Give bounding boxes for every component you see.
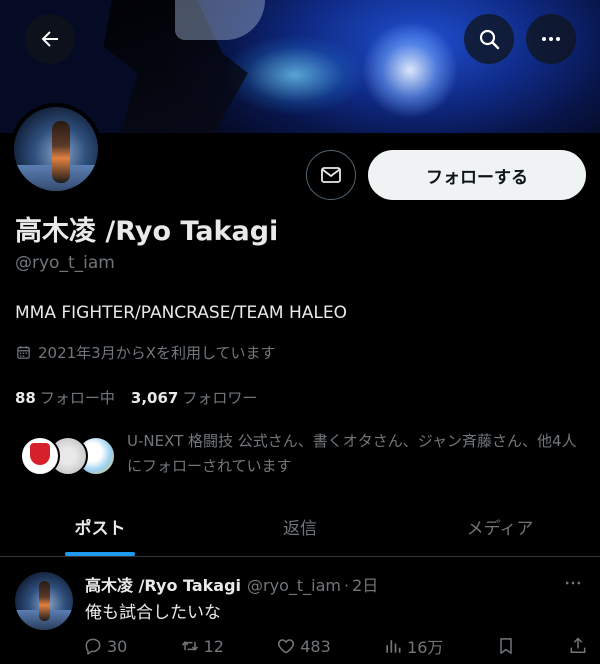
avatar-figure <box>52 121 70 183</box>
more-icon <box>565 581 581 585</box>
search-button[interactable] <box>464 14 514 64</box>
follower-avatar <box>20 436 60 476</box>
follow-button[interactable]: フォローする <box>368 150 586 200</box>
followers-label: フォロワー <box>182 389 258 407</box>
profile-name: 高木凌 /Ryo Takagi <box>15 216 279 247</box>
banner-arm <box>175 0 265 40</box>
followed-by-text[interactable]: U-NEXT 格闘技 公式さん、書くオタさん、ジャン斉藤さん、他4人にフォローさ… <box>127 429 587 479</box>
profile-avatar[interactable] <box>10 103 102 195</box>
views-icon <box>386 640 401 653</box>
active-tab-indicator <box>65 552 135 556</box>
reply-icon <box>85 638 101 655</box>
tab-label: メディア <box>466 519 534 539</box>
post-timestamp[interactable]: 2日 <box>352 572 378 596</box>
reply-count: 30 <box>107 636 128 656</box>
post-more-button[interactable] <box>560 570 586 596</box>
tab-posts[interactable]: ポスト <box>0 497 200 556</box>
like-count: 483 <box>300 636 331 656</box>
avatar-figure <box>39 581 50 621</box>
search-icon <box>479 29 500 50</box>
tab-label: 返信 <box>283 519 317 539</box>
back-button[interactable] <box>25 14 75 64</box>
tab-media[interactable]: メディア <box>400 497 600 556</box>
followers-link[interactable]: 3,067 フォロワー <box>131 387 257 408</box>
post-author-handle[interactable]: @ryo_t_iam <box>247 576 341 595</box>
profile-handle: @ryo_t_iam <box>15 253 115 273</box>
heart-icon <box>278 639 295 654</box>
profile-tabs: ポスト 返信 メディア <box>0 497 600 557</box>
bookmark-button[interactable] <box>496 636 516 656</box>
reply-button[interactable]: 30 <box>83 636 127 656</box>
back-arrow-icon <box>41 31 58 47</box>
bookmark-icon <box>499 638 512 654</box>
post-separator: · <box>344 576 350 595</box>
post-avatar[interactable] <box>15 572 73 630</box>
message-button[interactable] <box>306 150 356 200</box>
joined-text: 2021年3月からXを利用しています <box>38 344 276 362</box>
like-button[interactable]: 483 <box>276 636 331 656</box>
following-label: フォロー中 <box>39 389 115 407</box>
share-icon <box>570 637 586 653</box>
share-button[interactable] <box>568 636 588 656</box>
followed-by-avatars[interactable] <box>20 436 116 478</box>
views-button[interactable]: 16万 <box>383 634 443 658</box>
unext-logo <box>30 443 50 465</box>
repost-icon <box>181 641 198 651</box>
calendar-icon <box>17 346 30 359</box>
repost-count: 12 <box>203 636 224 656</box>
post-author-name[interactable]: 高木凌 /Ryo Takagi <box>85 572 241 596</box>
post-header: 高木凌 /Ryo Takagi @ryo_t_iam · 2日 <box>85 572 378 596</box>
followers-count: 3,067 <box>130 389 179 407</box>
profile-bio: MMA FIGHTER/PANCRASE/TEAM HALEO <box>15 303 348 323</box>
tab-label: ポスト <box>74 519 126 539</box>
view-count: 16万 <box>407 638 444 657</box>
profile-banner[interactable] <box>0 0 600 133</box>
following-count: 88 <box>15 389 36 407</box>
follow-stats: 88 フォロー中 3,067 フォロワー <box>15 387 257 408</box>
profile-page: フォローする 高木凌 /Ryo Takagi @ryo_t_iam MMA FI… <box>0 0 600 664</box>
following-link[interactable]: 88 フォロー中 <box>15 387 115 408</box>
tab-replies[interactable]: 返信 <box>200 497 400 556</box>
post-actions: 30 12 483 16万 <box>83 634 588 658</box>
more-icon <box>542 37 560 41</box>
post-text: 俺も試合したいな <box>85 603 221 623</box>
repost-button[interactable]: 12 <box>180 636 224 656</box>
mail-icon <box>321 167 341 183</box>
joined-date: 2021年3月からXを利用しています <box>15 342 276 363</box>
more-options-button[interactable] <box>526 14 576 64</box>
